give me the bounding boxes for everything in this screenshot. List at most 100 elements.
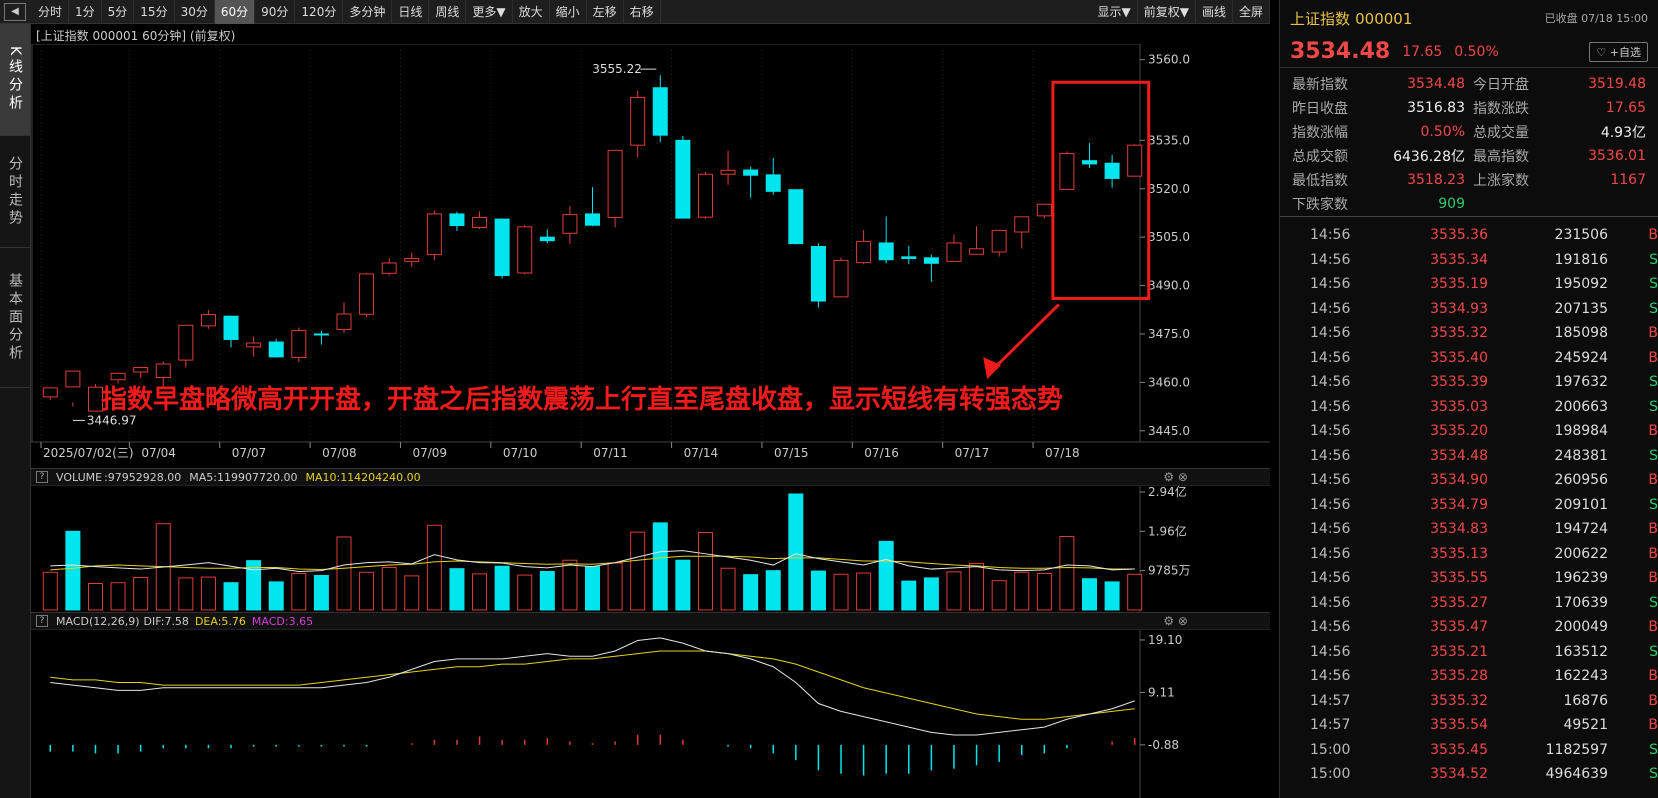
stat-value: 6436.28亿 (1393, 149, 1465, 165)
trade-time: 14:56 (1310, 349, 1351, 366)
y-tick-label: 1.96亿 (1148, 523, 1187, 538)
trade-row: 14:56 3535.36 231506 B (1280, 223, 1658, 248)
volume-bar (1059, 536, 1075, 611)
trade-list[interactable]: 14:56 3535.36 231506 B 14:56 3535.34 191816 S 14… (1280, 217, 1658, 787)
trade-side: B (1648, 325, 1658, 342)
trade-time: 14:56 (1310, 227, 1351, 244)
trade-row: 14:56 3534.79 209101 S (1280, 493, 1658, 518)
volume-bar (901, 580, 917, 611)
trade-price: 3535.45 (1430, 741, 1488, 758)
period-button[interactable]: 1分 (69, 0, 102, 24)
trade-side: S (1649, 398, 1658, 415)
period-button[interactable]: 60分 (214, 0, 256, 24)
volume-chart: 2.94亿 1.96亿 9785万 (42, 486, 1191, 612)
trade-volume: 200049 (1554, 619, 1608, 636)
chart-title: [上证指数 000001 60分钟] (前复权) (36, 29, 236, 43)
y-tick-label: -0.88 (1148, 738, 1179, 752)
toolbar-right-button[interactable]: 画线 (1196, 0, 1233, 24)
trade-time: 15:00 (1310, 741, 1351, 758)
candle-body (472, 216, 488, 228)
trade-side: S (1649, 374, 1658, 391)
candle-body (178, 324, 194, 361)
trade-time: 14:56 (1310, 423, 1351, 440)
period-button[interactable]: 放大 (513, 0, 550, 24)
candle-body (833, 259, 849, 298)
add-watchlist-button[interactable]: ♡ +自选 (1589, 41, 1648, 62)
period-button[interactable]: 5分 (102, 0, 135, 24)
tab-time-sharing[interactable]: 分时走势 (0, 136, 30, 248)
stat-item: 总成交额 6436.28亿 (1288, 144, 1469, 168)
period-button[interactable]: 更多▼ (466, 0, 513, 24)
stat-item: 上涨家数 1167 (1469, 168, 1650, 192)
stat-item: 指数涨幅 0.50% (1288, 120, 1469, 144)
volume-bar (878, 540, 894, 611)
toolbar-right-button[interactable]: 全屏 (1233, 0, 1270, 24)
stat-label: 下跌家数 (1292, 197, 1348, 213)
tab-fundamental[interactable]: 基本面分析 (0, 248, 30, 388)
trade-side: S (1649, 276, 1658, 293)
period-button[interactable]: 分时 (32, 0, 70, 24)
candle-body (246, 342, 262, 348)
trade-price: 3535.32 (1430, 692, 1488, 709)
trade-row: 14:57 3535.54 49521 B (1280, 713, 1658, 738)
trade-row: 15:00 3534.52 4964639 S (1280, 762, 1658, 787)
help-icon[interactable]: ? (36, 471, 48, 483)
macd-chart: 19.10 9.11 -0.88 (49, 630, 1182, 798)
period-button[interactable]: 右移 (624, 0, 661, 24)
left-tabs: K线分析 分时走势 基本面分析 (0, 24, 31, 798)
candle-body (381, 262, 397, 274)
trade-volume: 195092 (1554, 276, 1608, 293)
settings-icon[interactable]: ⚙ ⊗ (1163, 470, 1188, 484)
trade-side: B (1648, 570, 1658, 587)
candle-body (991, 229, 1007, 253)
back-icon[interactable]: ◀ (4, 2, 26, 21)
toolbar-right-button[interactable]: 前复权▼ (1138, 0, 1196, 24)
volume-bar (1104, 581, 1120, 611)
tab-kline-analysis[interactable]: K线分析 (0, 24, 30, 136)
volume-bar (268, 581, 284, 611)
candle-body (1082, 160, 1098, 165)
period-button[interactable]: 30分 (175, 0, 215, 24)
volume-bar (765, 570, 781, 611)
volume-bar (291, 572, 307, 611)
y-tick-label: 2.94亿 (1148, 486, 1187, 499)
candle-body (878, 242, 894, 261)
settings-icon[interactable]: ⚙ ⊗ (1163, 614, 1188, 628)
trade-volume: 200622 (1554, 545, 1608, 562)
volume-bar (517, 574, 533, 611)
index-code: 000001 (1355, 9, 1413, 28)
trade-side: S (1649, 643, 1658, 660)
candle-body (923, 257, 939, 264)
stat-label: 昨日收盘 (1292, 101, 1348, 117)
volume-bar (539, 570, 555, 611)
trade-price: 3534.48 (1430, 447, 1488, 464)
volume-bar (110, 582, 126, 611)
trade-row: 14:56 3535.19 195092 S (1280, 272, 1658, 297)
candle-body (155, 363, 171, 379)
candle-body (291, 329, 307, 359)
trade-row: 14:56 3535.34 191816 S (1280, 248, 1658, 273)
toolbar-right-button[interactable]: 显示▼ (1092, 0, 1138, 24)
y-tick-label: 3505.0 (1148, 230, 1190, 244)
trade-side: S (1649, 300, 1658, 317)
trade-row: 14:56 3535.13 200622 B (1280, 542, 1658, 567)
help-icon[interactable]: ? (36, 615, 48, 627)
period-button[interactable]: 120分 (295, 0, 344, 24)
period-button[interactable]: 左移 (587, 0, 624, 24)
candle-body (1059, 153, 1075, 190)
period-button[interactable]: 缩小 (550, 0, 587, 24)
period-button[interactable]: 15分 (134, 0, 175, 24)
stat-label: 今日开盘 (1473, 77, 1529, 93)
candle-body (584, 213, 601, 226)
candle-body (652, 87, 668, 136)
period-button[interactable]: 周线 (429, 0, 467, 24)
y-tick-label: 3460.0 (1148, 375, 1190, 389)
period-button[interactable]: 日线 (392, 0, 430, 24)
candle-body (788, 189, 804, 245)
period-button[interactable]: 90分 (255, 0, 296, 24)
dea-line (50, 650, 1135, 720)
period-button[interactable]: 多分钟 (343, 0, 393, 24)
price-change: 17.65 (1402, 43, 1443, 60)
y-tick-label: 3475.0 (1148, 327, 1190, 341)
candle-body (200, 314, 216, 327)
